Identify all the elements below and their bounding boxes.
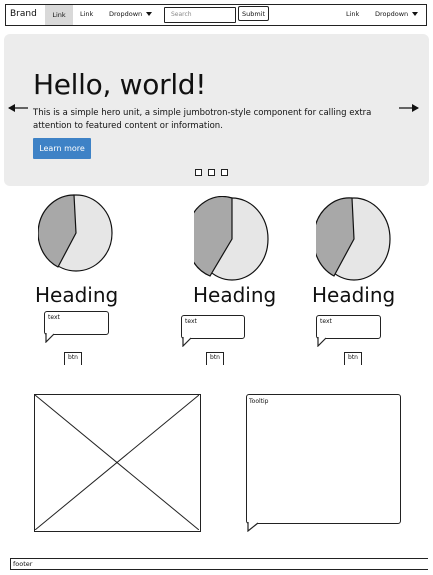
submit-button[interactable]: Submit [238,6,269,21]
tooltip-label: Tooltip [249,398,269,405]
carousel-dot[interactable] [195,169,202,176]
footer: footer [10,558,428,570]
column-heading: Heading [312,283,396,307]
callout-tail-icon [182,337,192,347]
dropdown-label: Dropdown [375,10,409,18]
pie-chart-icon [316,197,391,281]
column-heading: Heading [193,283,277,307]
caret-down-icon [412,12,419,16]
brand-link[interactable]: Brand [10,9,37,19]
carousel-dot[interactable] [208,169,215,176]
search-input[interactable]: Search [164,7,236,23]
pie-chart-icon [194,196,269,281]
nav-link-right[interactable]: Link [346,10,359,18]
nav-link[interactable]: Link [80,10,93,18]
hero-text: This is a simple hero unit, a simple jum… [33,108,372,131]
pie-chart-icon [38,194,113,272]
tooltip-tail-icon [247,522,259,532]
column-button[interactable]: btn [206,352,224,365]
text-callout: text [44,311,109,335]
column-button[interactable]: btn [344,352,362,365]
column-button[interactable]: btn [64,352,82,365]
arrow-right-icon[interactable] [398,102,420,114]
dropdown-right[interactable]: Dropdown [375,10,419,18]
dropdown-label: Dropdown [109,10,143,18]
arrow-left-icon[interactable] [7,102,29,114]
image-placeholder-icon [35,395,199,530]
carousel-dot[interactable] [221,169,228,176]
image-placeholder [34,394,201,532]
caret-down-icon [146,12,153,16]
tooltip: Tooltip [246,394,401,524]
nav-link-active[interactable]: Link [45,5,73,25]
text-callout: text [181,315,245,339]
dropdown-left[interactable]: Dropdown [109,10,153,18]
hero-title: Hello, world! [33,68,207,101]
learn-more-button[interactable]: Learn more [33,138,91,159]
column-heading: Heading [35,283,119,307]
text-callout: text [316,315,381,339]
callout-tail-icon [317,337,327,347]
callout-tail-icon [45,333,55,343]
